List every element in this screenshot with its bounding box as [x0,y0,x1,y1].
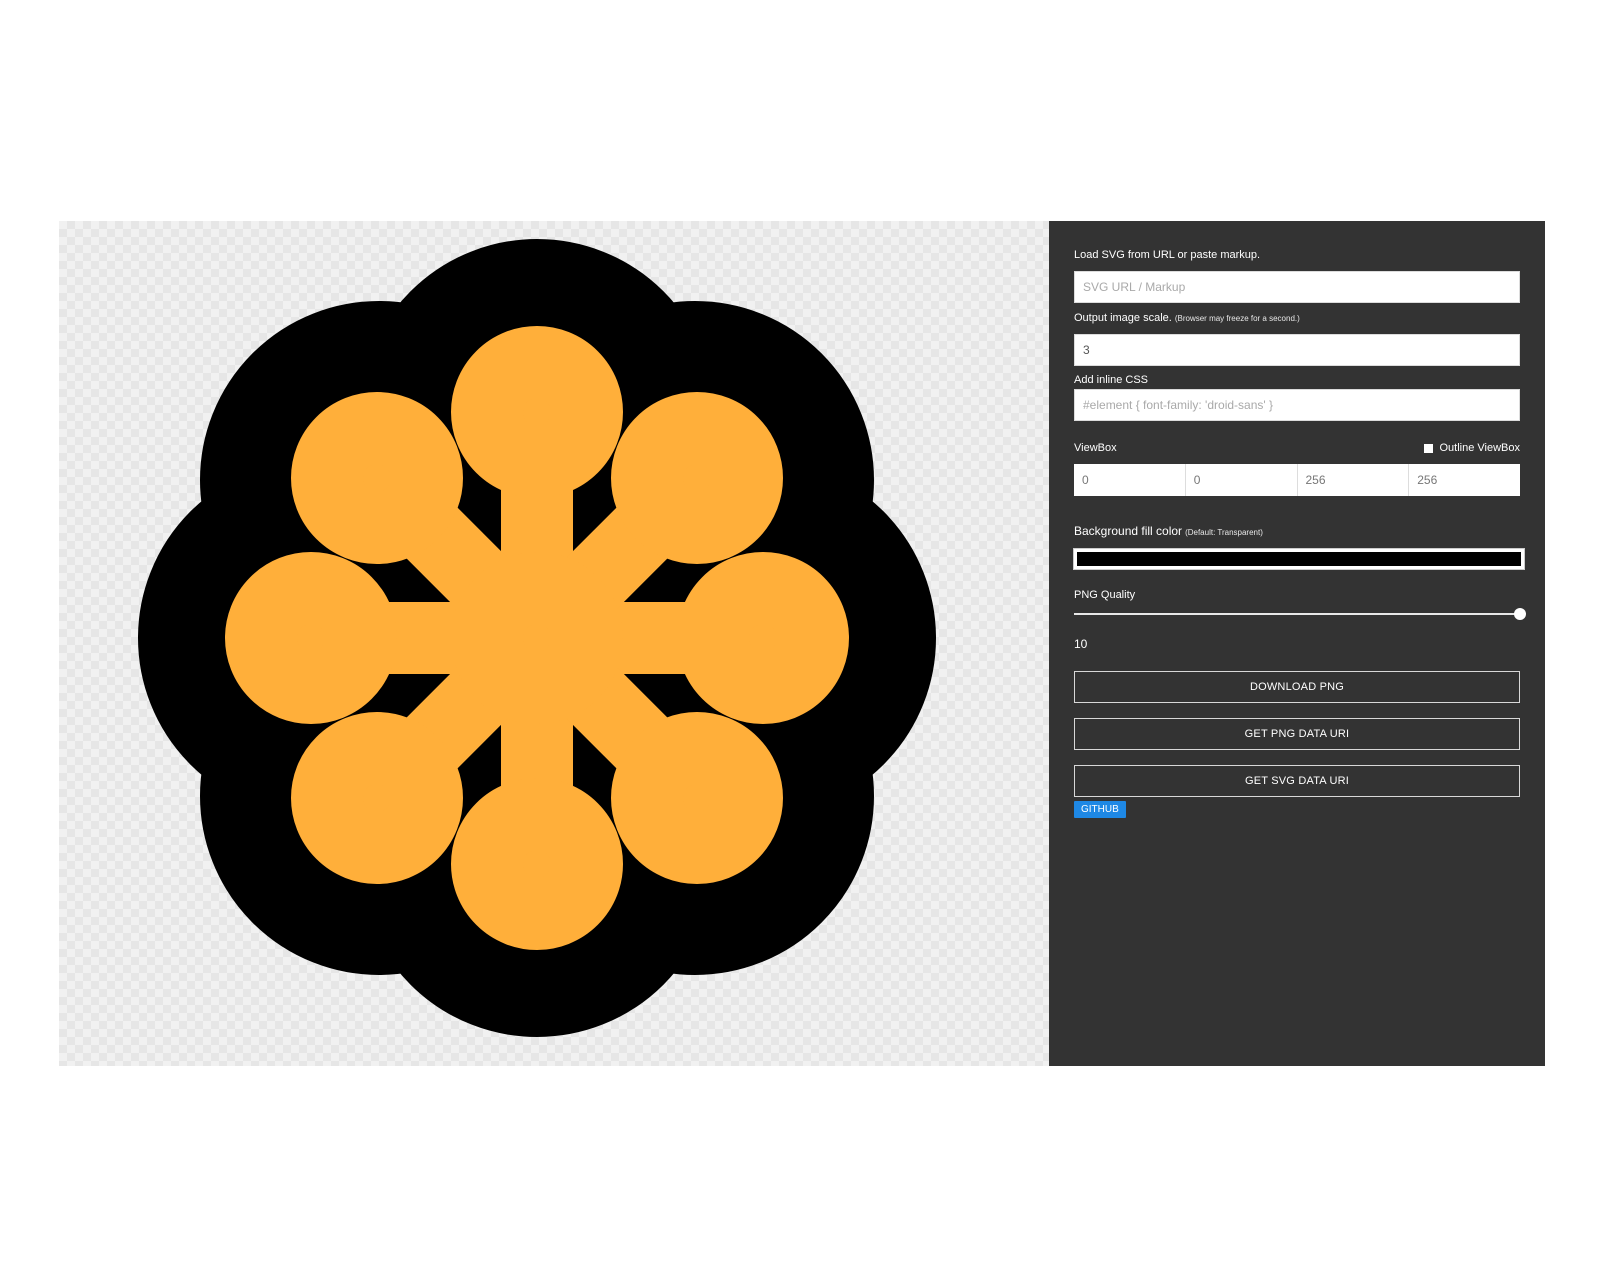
svg-to-png-app: Load SVG from URL or paste markup. Outpu… [59,221,1545,1066]
scale-note: (Browser may freeze for a second.) [1174,314,1300,323]
get-svg-data-uri-button[interactable]: GET SVG DATA URI [1074,765,1520,797]
png-quality-slider[interactable] [1074,608,1526,620]
image-preview [59,221,1049,1066]
inline-css-input[interactable] [1074,389,1520,421]
png-quality-value: 10 [1074,637,1088,651]
load-svg-label: Load SVG from URL or paste markup. [1074,249,1261,261]
scale-label: Output image scale. (Browser may freeze f… [1074,312,1300,324]
slider-thumb[interactable] [1514,608,1526,620]
background-color-picker[interactable] [1073,548,1525,570]
viewbox-label: ViewBox [1074,442,1117,454]
outline-viewbox-toggle[interactable]: Outline ViewBox [1424,442,1520,454]
svg-url-input[interactable] [1074,271,1520,303]
background-fill-label: Background fill color (Default: Transpare… [1074,524,1263,538]
background-fill-label-text: Background fill color [1074,524,1183,538]
viewbox-inputs [1074,464,1520,496]
github-link[interactable]: GITHUB [1074,801,1126,818]
scale-label-text: Output image scale. [1074,312,1172,324]
inline-css-label: Add inline CSS [1074,374,1148,386]
viewbox-y-input[interactable] [1185,464,1298,496]
viewbox-width-input[interactable] [1297,464,1410,496]
png-quality-label: PNG Quality [1074,589,1136,601]
viewbox-x-input[interactable] [1074,464,1186,496]
asterisk-flower-icon [138,239,936,1037]
get-png-data-uri-button[interactable]: GET PNG DATA URI [1074,718,1520,750]
download-png-button[interactable]: DOWNLOAD PNG [1074,671,1520,703]
viewbox-height-input[interactable] [1409,464,1520,496]
background-fill-note: (Default: Transparent) [1185,528,1263,537]
scale-input[interactable] [1074,334,1520,366]
outline-viewbox-checkbox[interactable] [1424,443,1434,453]
slider-track [1074,613,1520,615]
outline-viewbox-label: Outline ViewBox [1439,442,1520,454]
control-panel: Load SVG from URL or paste markup. Outpu… [1049,221,1545,1066]
